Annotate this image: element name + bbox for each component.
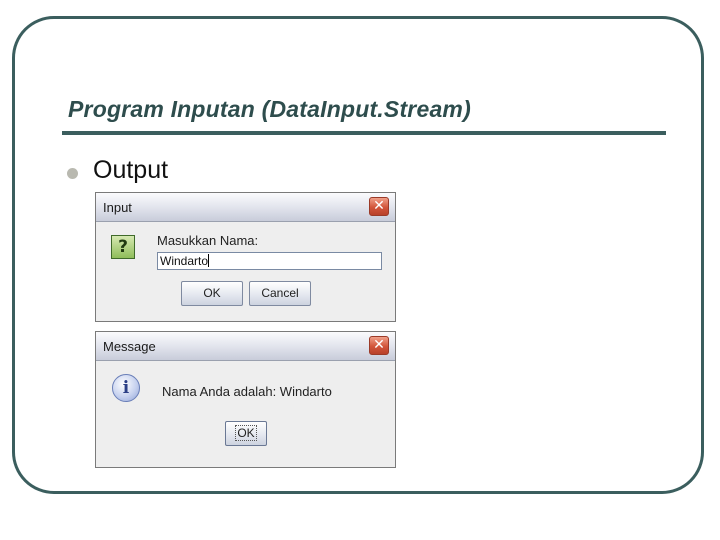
message-ok-label: OK	[235, 425, 257, 441]
bullet-dot-icon	[67, 168, 78, 179]
name-prompt-label: Masukkan Nama:	[157, 233, 259, 248]
cancel-button[interactable]: Cancel	[249, 281, 311, 306]
title-rule	[62, 131, 666, 135]
input-dialog-title: Input	[103, 200, 132, 215]
input-dialog-titlebar[interactable]: Input ✕	[96, 193, 395, 222]
bullet-text: Output	[93, 156, 169, 184]
ok-button[interactable]: OK	[181, 281, 243, 306]
message-dialog: Message ✕ i Nama Anda adalah: Windarto O…	[95, 331, 396, 468]
input-dialog-close-button[interactable]: ✕	[369, 197, 389, 216]
name-input-value: Windarto	[160, 254, 209, 268]
input-dialog: Input ✕ ? Masukkan Nama: Windarto OK Can…	[95, 192, 396, 322]
message-dialog-titlebar[interactable]: Message ✕	[96, 332, 395, 361]
info-icon: i	[112, 374, 140, 402]
text-caret	[208, 254, 210, 267]
name-input[interactable]: Windarto	[157, 252, 382, 270]
message-dialog-title: Message	[103, 339, 156, 354]
message-ok-button[interactable]: OK	[225, 421, 267, 446]
message-text: Nama Anda adalah: Windarto	[162, 384, 332, 399]
slide-title: Program Inputan (DataInput.Stream)	[68, 96, 471, 122]
message-dialog-close-button[interactable]: ✕	[369, 336, 389, 355]
question-icon: ?	[111, 235, 135, 259]
